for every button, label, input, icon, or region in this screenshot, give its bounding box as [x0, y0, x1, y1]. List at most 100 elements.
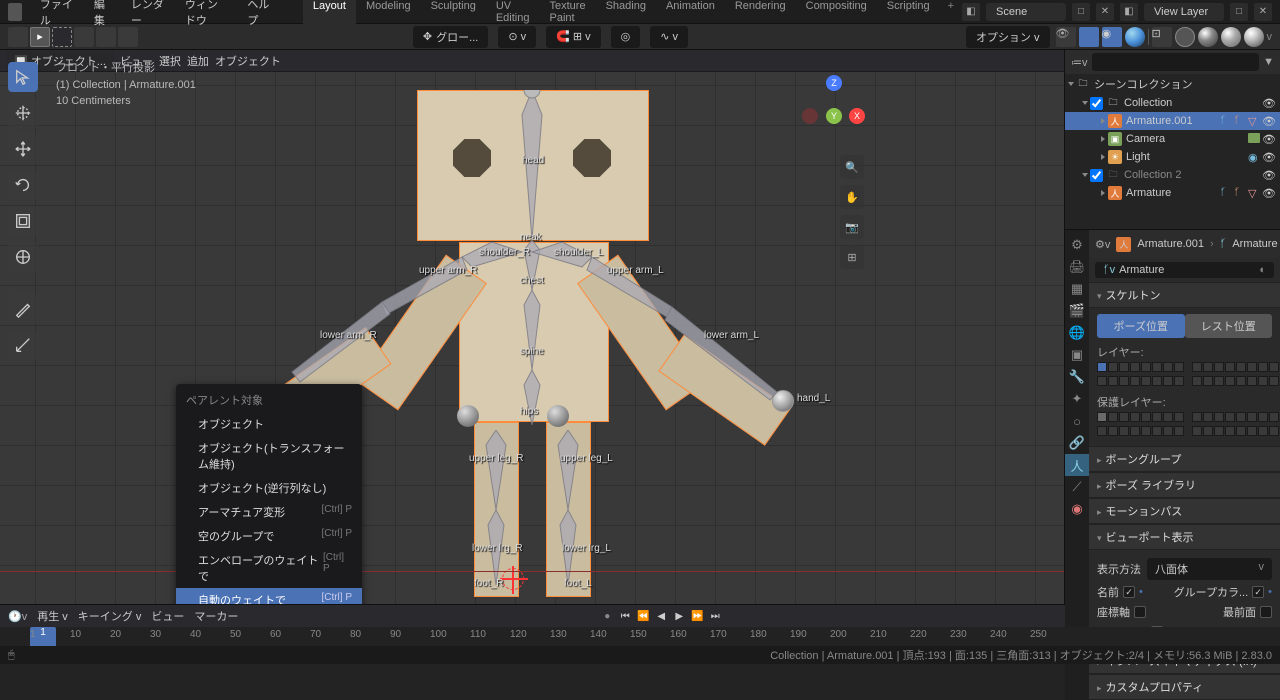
tab-rendering[interactable]: Rendering [725, 0, 796, 28]
tab-layout[interactable]: Layout [303, 0, 356, 28]
prop-tab-object[interactable]: ▣ [1065, 344, 1089, 366]
scale-tool[interactable] [8, 206, 38, 236]
perspective-icon[interactable]: ⊞ [840, 245, 864, 269]
ctx-object-noinv[interactable]: オブジェクト(逆行列なし) [176, 476, 362, 500]
move-tool[interactable] [8, 134, 38, 164]
jump-end-icon[interactable]: ⏭ [707, 608, 723, 624]
outliner-camera[interactable]: ▣Camera 👁 [1065, 130, 1280, 148]
gizmo-icon[interactable] [1079, 27, 1099, 47]
ctx-auto-weights[interactable]: 自動のウェイトで[Ctrl] P [176, 588, 362, 604]
rotate-tool[interactable] [8, 170, 38, 200]
ctx-envelope-weights[interactable]: エンベロープのウェイトで[Ctrl] P [176, 548, 362, 588]
section-motionpaths[interactable]: モーションパス [1089, 498, 1280, 524]
section-skeleton[interactable]: スケルトン [1089, 282, 1280, 308]
cursor-tool[interactable] [8, 98, 38, 128]
timeline-type-icon[interactable]: 🕐v [8, 610, 27, 623]
outliner-scene-collection[interactable]: 🗀シーンコレクション [1065, 74, 1280, 94]
viewlayer-field[interactable]: View Layer [1144, 3, 1224, 21]
menu-help[interactable]: ヘルプ [237, 0, 283, 28]
scene-del-icon[interactable]: ✕ [1096, 3, 1114, 21]
section-vpdisplay[interactable]: ビューポート表示 [1089, 524, 1280, 550]
pan-icon[interactable]: ✋ [840, 185, 864, 209]
jump-prev-key-icon[interactable]: ⏪ [635, 608, 651, 624]
section-poselib[interactable]: ポーズ ライブラリ [1089, 472, 1280, 498]
prop-tab-viewlayer[interactable]: ▦ [1065, 278, 1089, 300]
groupcol-checkbox[interactable] [1252, 586, 1264, 598]
nav-gizmo[interactable]: Z Y X [804, 80, 864, 140]
outliner-collection-1[interactable]: 🗀Collection 👁 [1065, 94, 1280, 112]
proportional-dropdown[interactable]: ◎ [611, 26, 641, 48]
tab-scripting[interactable]: Scripting [877, 0, 940, 28]
prop-tab-material[interactable]: ◉ [1065, 498, 1089, 520]
cursor-tool-icon[interactable]: ▸ [30, 27, 50, 47]
scene-name-field[interactable]: Scene [986, 3, 1066, 21]
zoom-icon[interactable]: 🔍 [840, 155, 864, 179]
measure-tool[interactable] [8, 330, 38, 360]
pivot-dropdown[interactable]: ⊙ v [498, 26, 536, 48]
overlay-icon[interactable]: ◉ [1102, 27, 1122, 47]
shading-dropdown-icon[interactable]: v [1267, 31, 1273, 43]
play-rev-icon[interactable]: ◀ [653, 608, 669, 624]
scene-new-icon[interactable]: □ [1072, 3, 1090, 21]
axes-checkbox[interactable] [1134, 606, 1146, 618]
tool-icon-3[interactable] [96, 27, 116, 47]
tab-uv[interactable]: UV Editing [486, 0, 540, 28]
shading-solid-icon[interactable] [1125, 27, 1145, 47]
protected-layers-grid[interactable] [1097, 412, 1272, 440]
prop-tab-world[interactable]: 🌐 [1065, 322, 1089, 344]
tab-animation[interactable]: Animation [656, 0, 725, 28]
viewlayer-del-icon[interactable]: ✕ [1254, 3, 1272, 21]
display-as-dropdown[interactable]: 八面体v [1147, 558, 1272, 580]
tool-icon-4[interactable] [118, 27, 138, 47]
blender-logo-icon[interactable] [8, 3, 22, 21]
snap-dropdown[interactable]: 🧲 ⊞ v [546, 26, 601, 48]
autokey-icon[interactable]: ● [599, 608, 615, 624]
select-box-icon[interactable] [52, 27, 72, 47]
prop-tab-scene[interactable]: 🎬 [1065, 300, 1089, 322]
ctx-empty-groups[interactable]: 空のグループで[Ctrl] P [176, 524, 362, 548]
solid-shading-icon[interactable] [1198, 27, 1218, 47]
tab-modeling[interactable]: Modeling [356, 0, 421, 28]
layers-grid[interactable] [1097, 362, 1272, 390]
tl-keying-menu[interactable]: キーイング v [78, 608, 142, 624]
menu-file[interactable]: ファイル [30, 0, 84, 28]
viewlayer-browse-icon[interactable]: ◧ [1120, 3, 1138, 21]
prop-tab-data[interactable]: 人 [1065, 454, 1089, 476]
editor-type-icon[interactable] [8, 27, 28, 47]
rest-position-button[interactable]: レスト位置 [1185, 314, 1273, 338]
ctx-object[interactable]: オブジェクト [176, 412, 362, 436]
prop-tab-bone[interactable]: ⟋ [1065, 476, 1089, 498]
annotate-tool[interactable] [8, 294, 38, 324]
options-dropdown[interactable]: オプション v [966, 26, 1050, 48]
camera-view-icon[interactable]: 📷 [840, 215, 864, 239]
3d-viewport[interactable]: 🔲 オブジェクト... ビュー 選択 追加 オブジェクト フロント・平行投影 (… [0, 50, 1064, 604]
curve-dropdown[interactable]: ∿ v [650, 26, 688, 48]
prop-tab-render[interactable]: ⚙ [1065, 234, 1089, 256]
tab-shading[interactable]: Shading [596, 0, 656, 28]
tab-texpaint[interactable]: Texture Paint [539, 0, 595, 28]
select-tool[interactable] [8, 62, 38, 92]
orientation-dropdown[interactable]: ✥ グロー... [413, 26, 488, 48]
menu-edit[interactable]: 編集 [84, 0, 121, 28]
prop-tab-output[interactable]: 🖨 [1065, 256, 1089, 278]
outliner-light[interactable]: ☀Light ◉👁 [1065, 148, 1280, 166]
jump-start-icon[interactable]: ⏮ [617, 608, 633, 624]
tab-compositing[interactable]: Compositing [796, 0, 877, 28]
menu-render[interactable]: レンダー [121, 0, 175, 28]
arm-l-bones[interactable] [522, 242, 812, 442]
scene-browse-icon[interactable]: ◧ [962, 3, 980, 21]
tab-sculpting[interactable]: Sculpting [421, 0, 486, 28]
viewlayer-new-icon[interactable]: □ [1230, 3, 1248, 21]
outliner-armature[interactable]: 人Armature ᚶᚶ▽👁 [1065, 184, 1280, 202]
tab-add-button[interactable]: + [940, 0, 962, 28]
prop-tab-particles[interactable]: ✦ [1065, 388, 1089, 410]
play-icon[interactable]: ▶ [671, 608, 687, 624]
name-checkbox[interactable] [1123, 586, 1135, 598]
prop-tab-physics[interactable]: ○ [1065, 410, 1089, 432]
tool-icon-2[interactable] [74, 27, 94, 47]
xray-icon[interactable]: ⊡ [1152, 27, 1172, 47]
ctx-object-keep[interactable]: オブジェクト(トランスフォーム維持) [176, 436, 362, 476]
tl-view-menu[interactable]: ビュー [151, 608, 184, 624]
prop-tab-constraint[interactable]: 🔗 [1065, 432, 1089, 454]
outliner-collection-2[interactable]: 🗀Collection 2 👁 [1065, 166, 1280, 184]
